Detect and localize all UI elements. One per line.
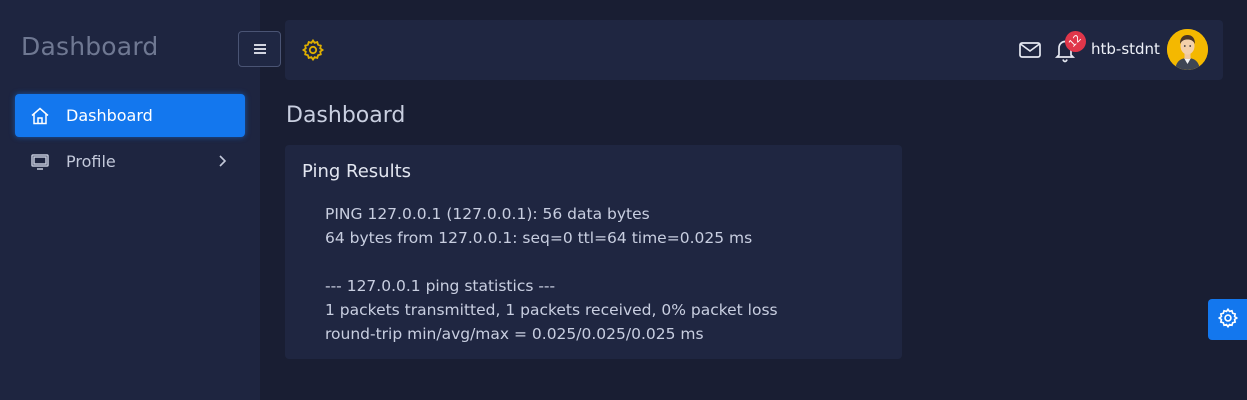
- card-title: Ping Results: [302, 161, 412, 182]
- ping-results-card: Ping Results PING 127.0.0.1 (127.0.0.1):…: [285, 145, 902, 359]
- ping-output-line: PING 127.0.0.1 (127.0.0.1): 56 data byte…: [325, 205, 650, 223]
- sidebar-item-dashboard[interactable]: Dashboard: [15, 94, 245, 137]
- sidebar-item-label: Profile: [66, 152, 116, 171]
- gear-icon[interactable]: [301, 38, 325, 62]
- sidebar-item-label: Dashboard: [66, 106, 153, 125]
- ping-output-line: [325, 250, 778, 274]
- ping-output-line: 1 packets transmitted, 1 packets receive…: [325, 301, 778, 319]
- page-title: Dashboard: [286, 103, 406, 128]
- sidebar: Dashboard Dashboard Profile: [0, 0, 260, 400]
- top-navbar: 12 htb-stdnt: [285, 20, 1223, 80]
- mail-icon[interactable]: [1018, 39, 1042, 61]
- gear-icon: [1217, 307, 1239, 333]
- sidebar-toggle-button[interactable]: [238, 31, 281, 67]
- menu-icon: [253, 40, 267, 59]
- ping-output: PING 127.0.0.1 (127.0.0.1): 56 data byte…: [325, 202, 778, 346]
- home-icon: [29, 105, 51, 127]
- settings-floating-button[interactable]: [1208, 299, 1247, 340]
- username[interactable]: htb-stdnt: [1091, 40, 1160, 58]
- ping-output-line: 64 bytes from 127.0.0.1: seq=0 ttl=64 ti…: [325, 229, 753, 247]
- brand-title[interactable]: Dashboard: [21, 32, 158, 61]
- chevron-right-icon: [213, 152, 231, 170]
- ping-output-line: --- 127.0.0.1 ping statistics ---: [325, 277, 556, 295]
- avatar[interactable]: [1167, 29, 1208, 70]
- sidebar-item-profile[interactable]: Profile: [15, 140, 245, 183]
- monitor-icon: [29, 151, 51, 173]
- ping-output-line: round-trip min/avg/max = 0.025/0.025/0.0…: [325, 325, 704, 343]
